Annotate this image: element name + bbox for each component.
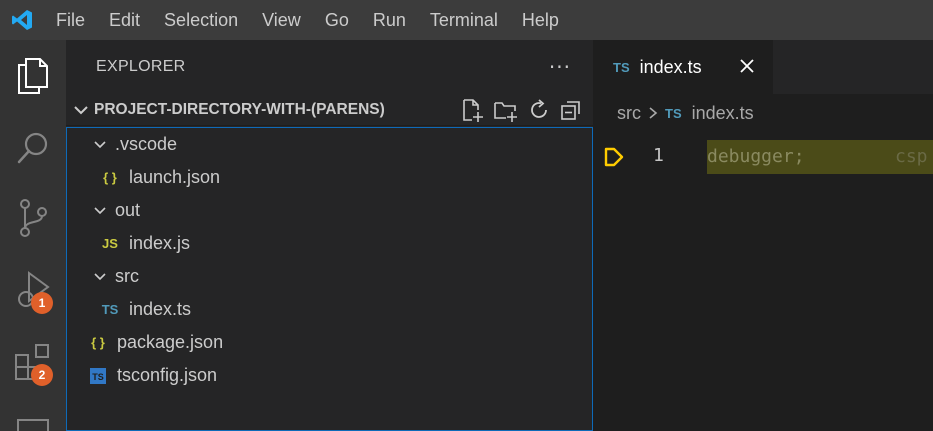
refresh-icon[interactable]: [527, 98, 551, 122]
remote-explorer-icon: [17, 419, 49, 431]
tab-index-ts[interactable]: TS index.ts: [593, 40, 773, 94]
tree-folder-vscode[interactable]: .vscode: [67, 128, 592, 161]
explorer-title: EXPLORER: [96, 58, 186, 75]
menu-run[interactable]: Run: [361, 0, 418, 40]
folder-section-header[interactable]: PROJECT-DIRECTORY-WITH-(PARENS): [66, 94, 593, 126]
menu-terminal[interactable]: Terminal: [418, 0, 510, 40]
json-file-icon: { }: [103, 170, 117, 185]
menu-help[interactable]: Help: [510, 0, 571, 40]
code-text: debugger;: [707, 146, 805, 167]
menu-bar: File Edit Selection View Go Run Terminal…: [44, 0, 571, 40]
source-control-activity-button[interactable]: [0, 188, 66, 248]
section-actions: [459, 97, 593, 123]
file-tree: .vscode { } launch.json out JS index.js …: [66, 127, 593, 431]
collapse-all-icon[interactable]: [559, 98, 583, 122]
search-activity-button[interactable]: [0, 118, 66, 178]
tree-item-label: src: [115, 266, 139, 286]
menu-selection[interactable]: Selection: [152, 0, 250, 40]
tree-file-index-js[interactable]: JS index.js: [67, 227, 592, 260]
source-control-icon: [20, 199, 47, 237]
explorer-header: EXPLORER ···: [66, 40, 593, 94]
folder-section-title: PROJECT-DIRECTORY-WITH-(PARENS): [94, 100, 385, 118]
code-line-1[interactable]: 1 debugger; csp: [593, 140, 933, 174]
typescript-file-icon: TS: [665, 105, 682, 121]
accounts-activity-button[interactable]: [0, 406, 66, 431]
chevron-down-icon: [91, 269, 109, 285]
tree-item-label: index.ts: [129, 299, 192, 319]
tsconfig-file-icon: TS: [89, 367, 107, 384]
tree-item-label: index.js: [129, 233, 191, 253]
menu-go[interactable]: Go: [313, 0, 361, 40]
close-icon[interactable]: [735, 54, 759, 78]
files-icon: [18, 58, 48, 94]
tree-item-label: .vscode: [115, 134, 178, 154]
debug-stop-arrow-icon: [604, 147, 624, 167]
search-icon: [17, 132, 48, 164]
vscode-logo-icon: [0, 0, 44, 40]
tree-item-label: package.json: [117, 332, 224, 352]
tab-label: index.ts: [639, 56, 702, 77]
run-debug-activity-button[interactable]: 1: [0, 260, 66, 320]
line-number: 1: [653, 145, 664, 166]
tree-item-label: tsconfig.json: [117, 365, 218, 385]
chevron-down-icon: [91, 203, 109, 219]
chevron-right-icon: [647, 105, 659, 121]
editor-area: TS index.ts src TS index.ts 1 debugger; …: [593, 40, 933, 431]
menu-edit[interactable]: Edit: [97, 0, 152, 40]
menu-file[interactable]: File: [44, 0, 97, 40]
breadcrumb-folder[interactable]: src: [617, 103, 641, 124]
tree-file-index-ts[interactable]: TS index.ts: [67, 293, 592, 326]
json-file-icon: { }: [91, 335, 105, 350]
new-folder-icon[interactable]: [493, 97, 519, 123]
typescript-file-icon: TS: [613, 59, 630, 75]
chevron-down-icon: [74, 105, 88, 114]
menu-view[interactable]: View: [250, 0, 313, 40]
new-file-icon[interactable]: [459, 97, 485, 123]
javascript-file-icon: JS: [102, 236, 118, 251]
explorer-activity-button[interactable]: [0, 46, 66, 106]
extensions-activity-button[interactable]: 2: [0, 332, 66, 392]
title-bar: File Edit Selection View Go Run Terminal…: [0, 0, 933, 40]
editor-tabs: TS index.ts: [593, 40, 933, 94]
chevron-down-icon: [91, 137, 109, 153]
tree-folder-out[interactable]: out: [67, 194, 592, 227]
tree-item-label: launch.json: [129, 167, 221, 187]
breadcrumb: src TS index.ts: [593, 94, 933, 132]
breadcrumb-file[interactable]: index.ts: [692, 103, 754, 124]
tree-file-launch-json[interactable]: { } launch.json: [67, 161, 592, 194]
explorer-sidebar: EXPLORER ··· PROJECT-DIRECTORY-WITH-(PAR…: [66, 40, 593, 431]
tree-file-package-json[interactable]: { } package.json: [67, 326, 592, 359]
more-actions-icon[interactable]: ···: [549, 55, 571, 79]
tree-folder-src[interactable]: src: [67, 260, 592, 293]
debug-badge: 1: [31, 292, 53, 314]
typescript-file-icon: TS: [101, 302, 119, 317]
code-ghost-text: csp: [895, 146, 928, 167]
tree-file-tsconfig-json[interactable]: TS tsconfig.json: [67, 359, 592, 392]
activity-bar: 1 2: [0, 40, 66, 431]
extensions-badge: 2: [31, 364, 53, 386]
tree-item-label: out: [115, 200, 141, 220]
